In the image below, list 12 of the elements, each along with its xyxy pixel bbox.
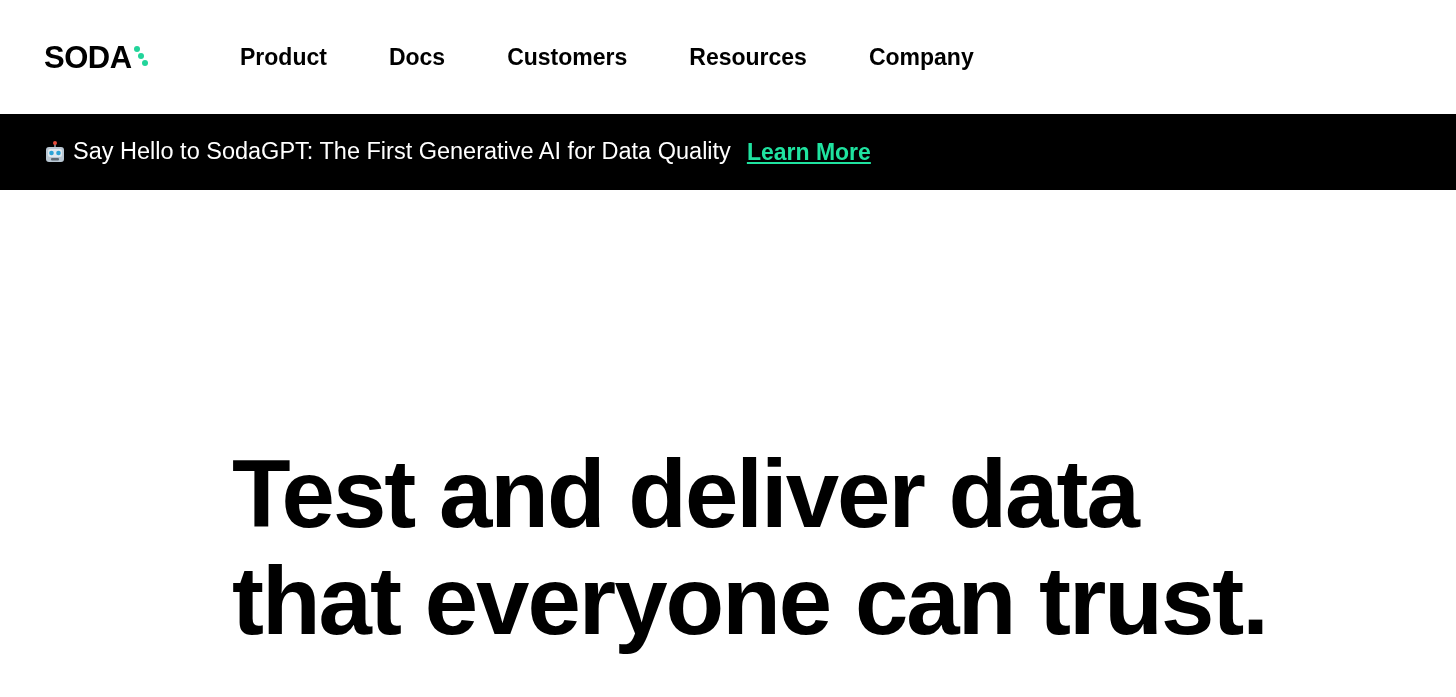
learn-more-link[interactable]: Learn More	[746, 140, 871, 164]
logo-dots-icon	[133, 46, 148, 66]
logo-wordmark: SODA	[44, 41, 132, 73]
robot-icon	[45, 141, 65, 163]
nav-link[interactable]: Product	[240, 45, 327, 69]
nav-link[interactable]: Resources	[689, 45, 807, 69]
nav-link[interactable]: Customers	[507, 45, 628, 69]
nav-link[interactable]: Company	[868, 45, 974, 69]
nav-link[interactable]: Docs	[388, 45, 446, 69]
logo-link[interactable]: SODA	[44, 41, 154, 73]
hero-headline: Test and deliver data that everyone can trust.	[232, 440, 1268, 654]
announcement-text: Say Hello to SodaGPT: The First Generative AI for Data Quality	[73, 140, 731, 164]
